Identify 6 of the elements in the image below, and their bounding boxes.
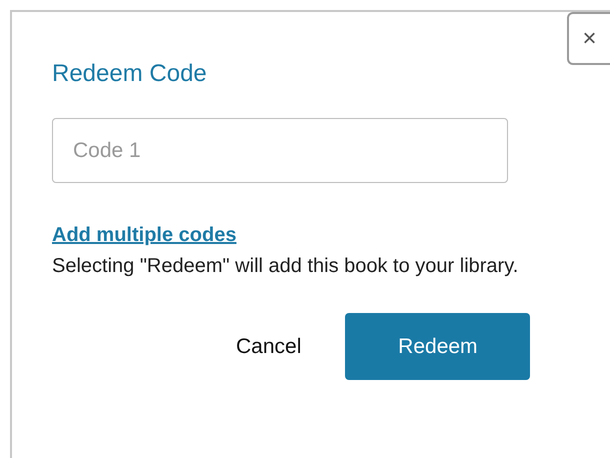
code-field[interactable]: Code 1 bbox=[52, 118, 508, 183]
dialog-title: Redeem Code bbox=[52, 59, 208, 89]
close-button[interactable]: × bbox=[567, 12, 610, 65]
redeem-button[interactable]: Redeem bbox=[345, 313, 530, 380]
redeem-message: Selecting "Redeem" will add this book to your library. bbox=[52, 254, 520, 279]
add-codes-link[interactable]: Add multiple codes bbox=[52, 221, 236, 249]
